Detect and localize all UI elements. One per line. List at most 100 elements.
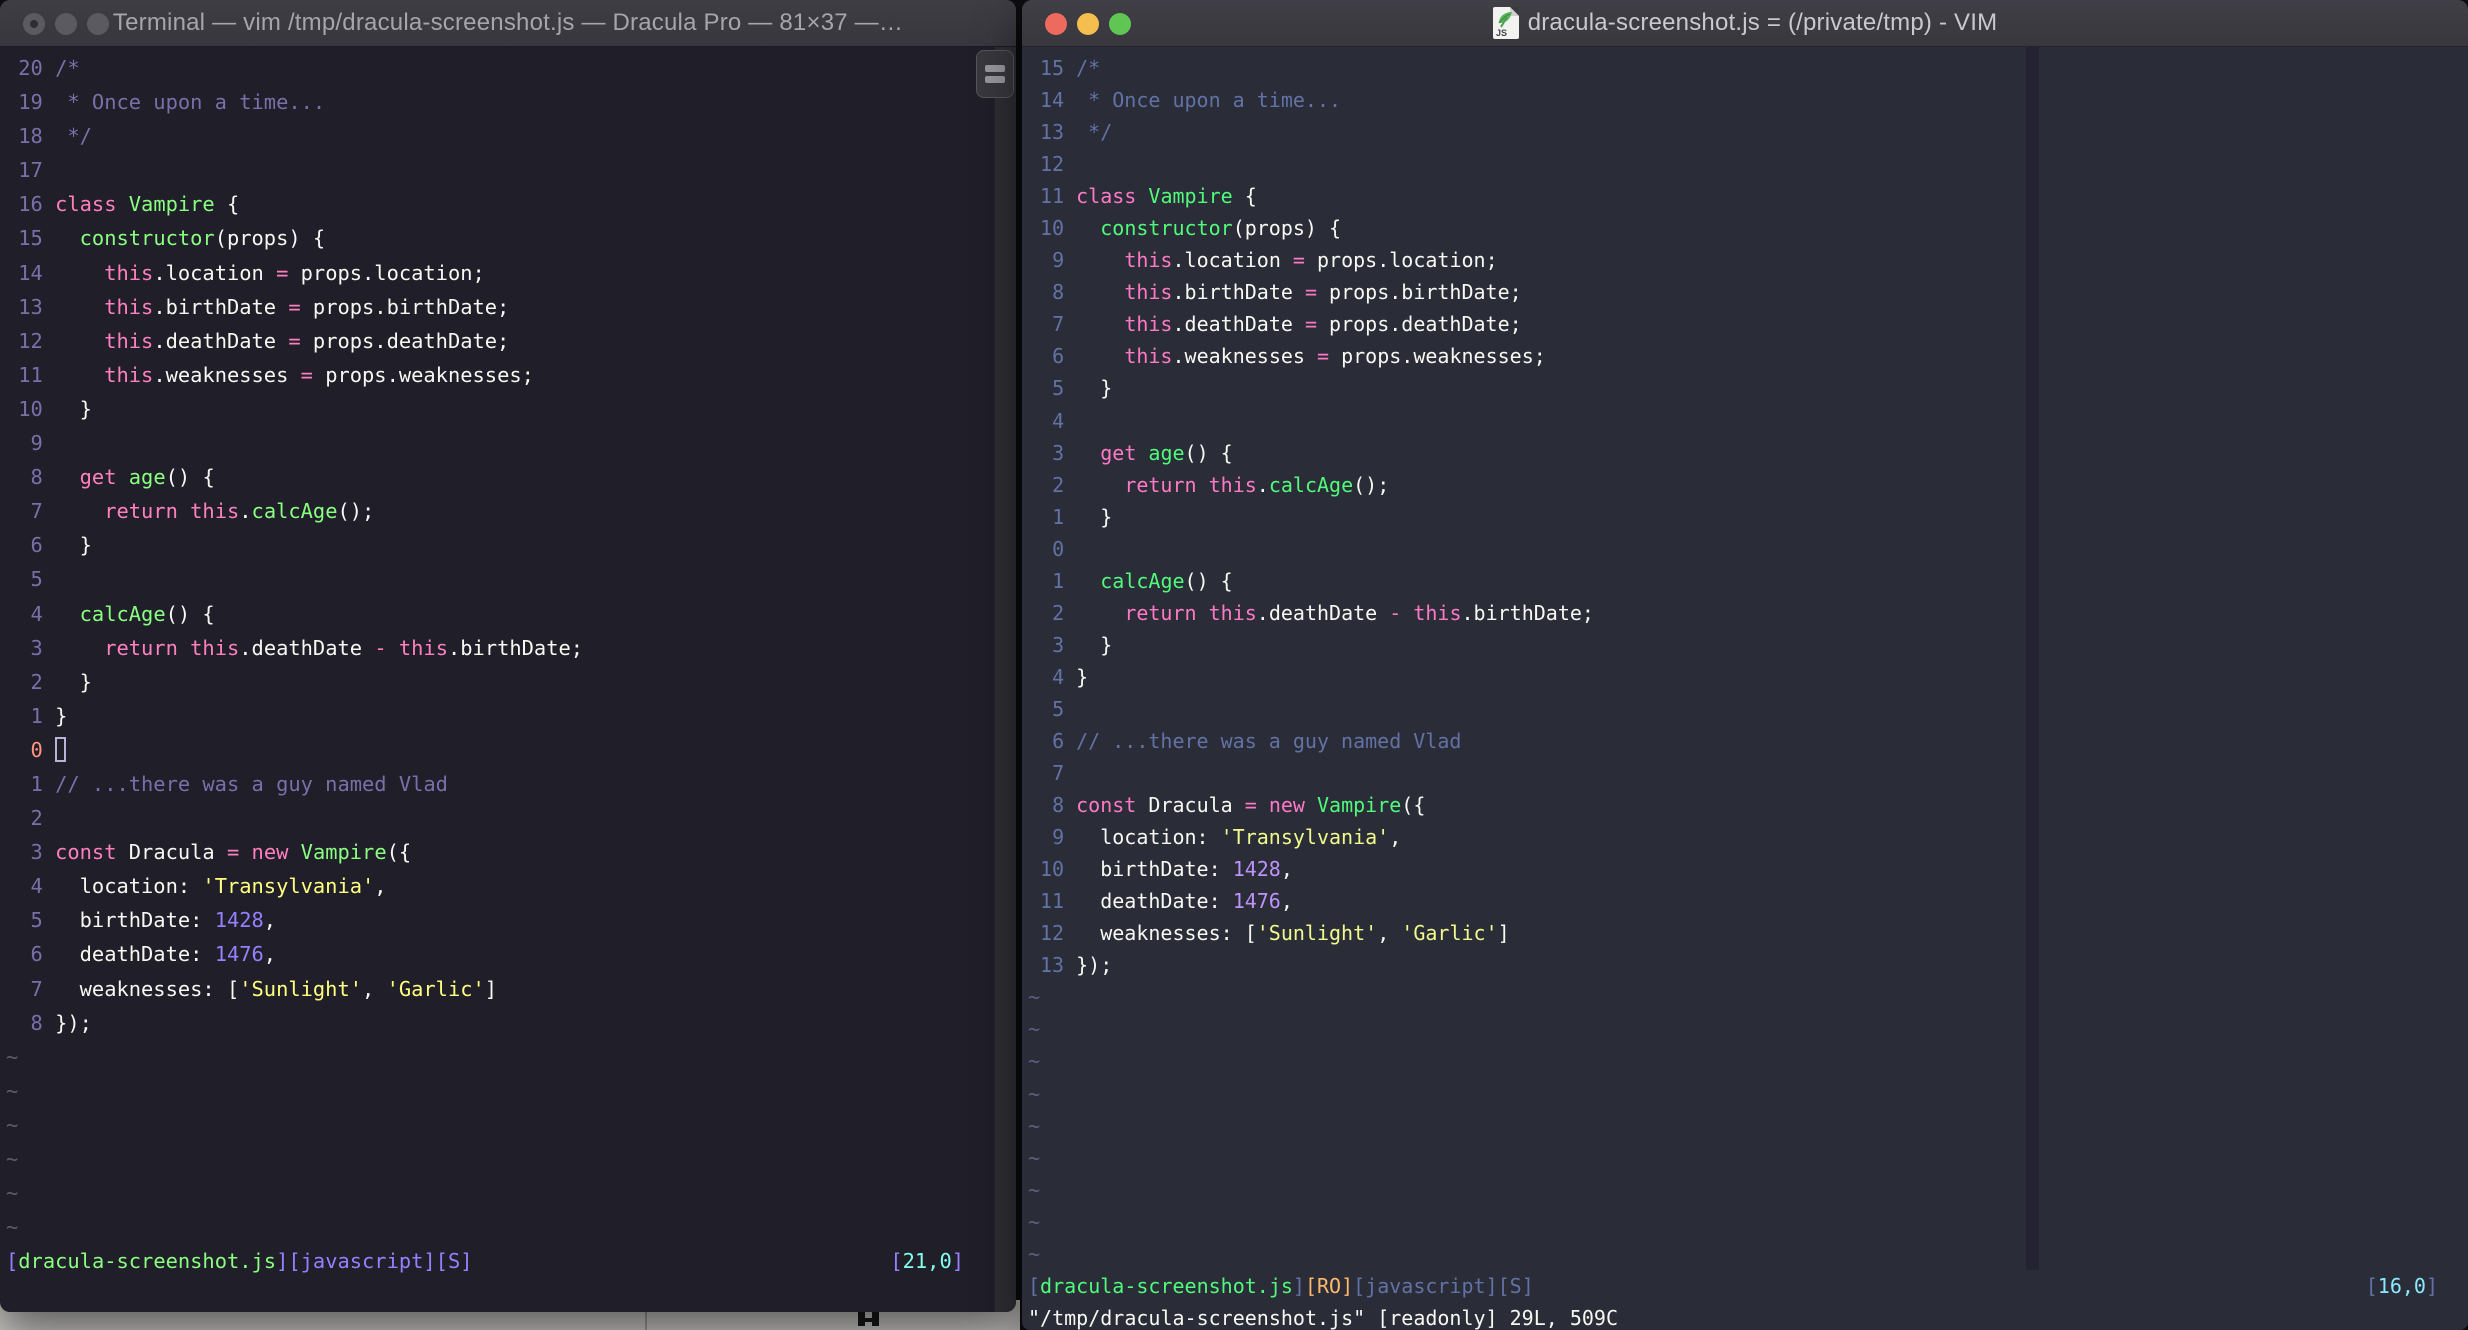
empty-line-tilde: ~: [1028, 1145, 1041, 1170]
line-number: 13: [1040, 120, 1065, 145]
token: =: [1244, 793, 1257, 818]
code-line: 3 return this.deathDate - this.birthDate…: [6, 631, 994, 665]
token: 1428: [1232, 857, 1281, 882]
token: 'Transylvania': [202, 874, 375, 899]
close-button[interactable]: [23, 12, 45, 35]
status-cursor-position-segment: ]: [951, 1249, 964, 1274]
token: {: [214, 192, 240, 217]
code-text: this.location = props.location;: [55, 261, 485, 285]
line-number: 18: [18, 124, 43, 149]
code-text: // ...there was a guy named Vlad: [1076, 729, 1461, 753]
code-line: 9: [6, 426, 994, 460]
empty-line-tilde: ~: [1028, 1049, 1041, 1074]
token: .birthDate: [153, 294, 289, 319]
token: * Once upon a time...: [1076, 88, 1342, 113]
status-cursor-position-segment: [: [2365, 1273, 2378, 1298]
empty-line-tilde: ~: [1028, 1241, 1041, 1266]
empty-line-tilde: ~: [1028, 1081, 1041, 1106]
line-number: 6: [1052, 728, 1065, 753]
token: 'Sunlight': [1256, 921, 1378, 946]
code-line: 14 this.location = props.location;: [6, 256, 994, 290]
token: =: [1304, 312, 1317, 337]
minimize-button[interactable]: [55, 12, 77, 35]
code-line: 8 const Dracula = new Vampire({: [1028, 789, 2468, 821]
code-text: const Dracula = new Vampire({: [1076, 793, 1425, 817]
minimize-button[interactable]: [1077, 12, 1099, 35]
token: const: [55, 840, 117, 865]
line-number: 11: [1040, 184, 1065, 209]
code-line: 4: [1028, 405, 2468, 437]
line-number: 1: [1052, 504, 1065, 529]
code-text: });: [55, 1011, 92, 1035]
code-text: [55, 736, 67, 762]
code-text: */: [1076, 120, 1112, 144]
token: () {: [165, 601, 215, 626]
window-title: dracula-screenshot.js = (/private/tmp) -…: [1527, 9, 1998, 36]
token: this: [398, 635, 448, 660]
code-line: 10 }: [6, 392, 994, 426]
code-text: return this.calcAge();: [55, 499, 374, 523]
status-file-info: [dracula-screenshot.js][javascript][S]: [6, 1244, 473, 1278]
code-text: * Once upon a time...: [55, 90, 325, 114]
token: .weaknesses: [153, 362, 301, 387]
token: this: [104, 294, 154, 319]
code-line: 14 * Once upon a time...: [1028, 84, 2468, 116]
status-file-info-segment: ]: [1292, 1273, 1305, 1298]
code-text: }: [55, 397, 92, 421]
token: calcAge: [79, 601, 166, 626]
terminal-titlebar[interactable]: Terminal — vim /tmp/dracula-screenshot.j…: [0, 0, 1016, 47]
code-text: }: [55, 533, 92, 557]
code-text: calcAge() {: [1076, 569, 1232, 593]
line-number: 2: [30, 669, 43, 694]
code-line: 1 calcAge() {: [1028, 565, 2468, 597]
zoom-button[interactable]: [87, 12, 109, 35]
token: deathDate:: [55, 942, 215, 967]
close-button[interactable]: [1045, 12, 1067, 35]
token: .: [239, 499, 252, 524]
code-line: 0: [6, 733, 994, 767]
code-text: return this.deathDate - this.birthDate;: [55, 636, 583, 660]
token: ,: [1280, 857, 1293, 882]
token: ,: [263, 908, 277, 933]
code-line: 20 /*: [6, 51, 994, 85]
code-text: class Vampire {: [1076, 184, 1257, 208]
code-text: this.weaknesses = props.weaknesses;: [55, 363, 534, 387]
token: calcAge: [251, 499, 338, 524]
terminal-scrollbar[interactable]: [976, 47, 1016, 1312]
code-text: // ...there was a guy named Vlad: [55, 772, 448, 796]
token: ,: [1389, 825, 1402, 850]
vim-buffer-right[interactable]: 15/* 14 * Once upon a time... 13 */12 11 cla…: [1022, 47, 2468, 1330]
token: this: [190, 499, 240, 524]
token: {: [1232, 184, 1257, 209]
line-number: 17: [18, 158, 43, 183]
code-line: 10 constructor(props) {: [1028, 212, 2468, 244]
empty-line-tilde: ~: [6, 1112, 19, 1137]
code-text: /*: [1076, 56, 1100, 80]
token: birthDate:: [1076, 857, 1233, 882]
vim-buffer-left[interactable]: 20/* 19 * Once upon a time... 18 */17 16 cla…: [0, 47, 994, 1312]
code-line: 13});: [1028, 949, 2468, 981]
code-text: this.birthDate = props.birthDate;: [1076, 280, 1521, 304]
code-text: birthDate: 1428,: [55, 908, 276, 932]
code-text: }: [1076, 376, 1112, 400]
line-number: 10: [1040, 857, 1065, 882]
token: =: [1316, 344, 1330, 369]
zoom-button[interactable]: [1109, 12, 1131, 35]
status-cursor-position-segment: 21,0: [902, 1249, 952, 1274]
line-number: 10: [1040, 216, 1065, 241]
line-number: 15: [1040, 56, 1065, 80]
macvim-titlebar[interactable]: JS dracula-screenshot.js = (/private/tmp…: [1022, 0, 2468, 47]
token: ]: [484, 976, 498, 1001]
token: 1476: [1232, 889, 1281, 914]
token: return: [104, 635, 178, 660]
token: // ...there was a guy named Vlad: [1076, 728, 1462, 753]
